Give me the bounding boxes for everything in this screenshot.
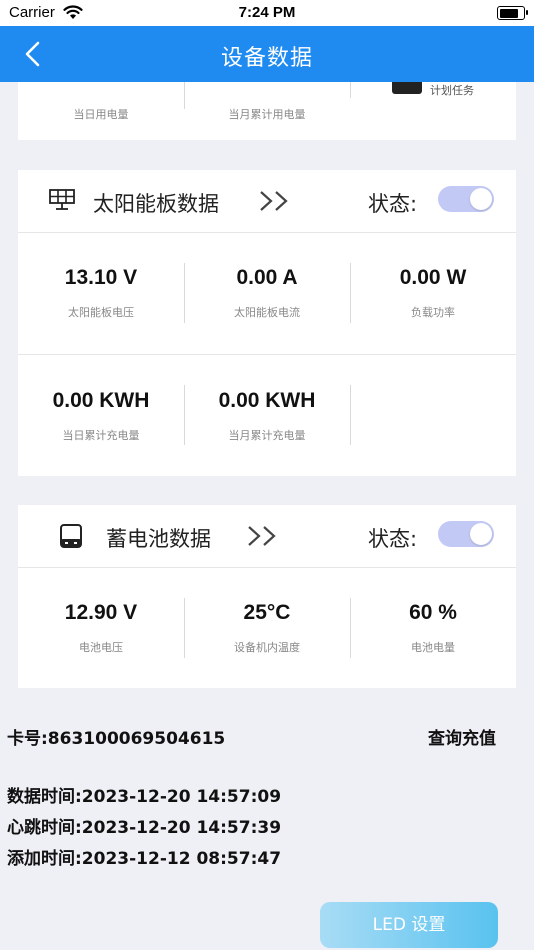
daily-charge-cell: 0.00 KWH 当日累计充电量 — [18, 389, 184, 443]
led-settings-button[interactable]: LED 设置 — [320, 902, 498, 948]
schedule-task-icon[interactable] — [392, 82, 422, 94]
solar-current-cell: 0.00 A 太阳能板电流 — [184, 266, 350, 320]
storage-battery-icon — [58, 523, 84, 553]
device-temperature-value: 25°C — [243, 601, 291, 624]
load-power-cell: 0.00 W 负载功率 — [350, 266, 516, 320]
query-recharge-link[interactable]: 查询充值 — [428, 724, 496, 749]
card-number: 卡号:863100069504615 — [7, 729, 226, 749]
battery-level-cell: 60 % 电池电量 — [350, 601, 516, 655]
monthly-usage-label: 当月累计用电量 — [228, 108, 306, 121]
solar-card-title: 太阳能板数据 — [93, 192, 219, 216]
battery-card-title: 蓄电池数据 — [106, 527, 211, 551]
solar-current-label: 太阳能板电流 — [234, 306, 300, 319]
battery-voltage-label: 电池电压 — [79, 641, 123, 654]
daily-usage-label: 当日用电量 — [73, 108, 129, 121]
solar-state-toggle[interactable] — [438, 186, 494, 212]
device-temperature-cell: 25°C 设备机内温度 — [184, 601, 350, 655]
solar-current-value: 0.00 A — [236, 266, 298, 289]
battery-icon — [497, 6, 528, 20]
load-power-value: 0.00 W — [399, 266, 467, 289]
battery-state-label: 状态: — [368, 527, 418, 551]
daily-charge-value: 0.00 KWH — [52, 389, 150, 412]
clock-time: 7:24 PM — [238, 4, 296, 21]
data-time: 数据时间:2023-12-20 14:57:09 — [7, 787, 282, 807]
battery-voltage-cell: 12.90 V 电池电压 — [18, 601, 184, 655]
solar-card-header: 太阳能板数据 状态: — [18, 170, 516, 232]
solar-panel-card: 太阳能板数据 状态: 13.10 V 太阳能板电压 0.00 A 太阳能板电流 … — [18, 170, 516, 476]
solar-panel-icon — [48, 188, 76, 216]
monthly-charge-cell: 0.00 KWH 当月累计充电量 — [184, 389, 350, 443]
chevron-double-right-icon[interactable] — [258, 189, 294, 217]
battery-voltage-value: 12.90 V — [64, 601, 138, 624]
chevron-double-right-icon[interactable] — [246, 524, 282, 552]
solar-voltage-cell: 13.10 V 太阳能板电压 — [18, 266, 184, 320]
added-time: 添加时间:2023-12-12 08:57:47 — [7, 849, 282, 869]
monthly-charge-value: 0.00 KWH — [218, 389, 316, 412]
battery-state-toggle[interactable] — [438, 521, 494, 547]
device-temperature-label: 设备机内温度 — [234, 641, 300, 654]
battery-card-header: 蓄电池数据 状态: — [18, 505, 516, 567]
heartbeat-time: 心跳时间:2023-12-20 14:57:39 — [7, 818, 282, 838]
battery-level-value: 60 % — [409, 601, 457, 624]
solar-voltage-label: 太阳能板电压 — [68, 306, 134, 319]
nav-bar: 设备数据 — [0, 26, 534, 82]
page-title: 设备数据 — [220, 46, 313, 71]
load-power-label: 负载功率 — [411, 306, 455, 319]
monthly-charge-label: 当月累计充电量 — [228, 429, 306, 442]
solar-voltage-value: 13.10 V — [64, 266, 138, 289]
schedule-task-label[interactable]: 计划任务 — [430, 82, 474, 98]
daily-charge-label: 当日累计充电量 — [62, 429, 140, 442]
battery-level-label: 电池电量 — [411, 641, 455, 654]
solar-state-label: 状态: — [368, 192, 418, 216]
electricity-usage-card: 当日用电量 当月累计用电量 计划任务 — [18, 82, 516, 140]
battery-card: 蓄电池数据 状态: 12.90 V 电池电压 25°C 设备机内温度 60 % … — [18, 505, 516, 688]
status-bar: Carrier 7:24 PM — [0, 0, 534, 26]
